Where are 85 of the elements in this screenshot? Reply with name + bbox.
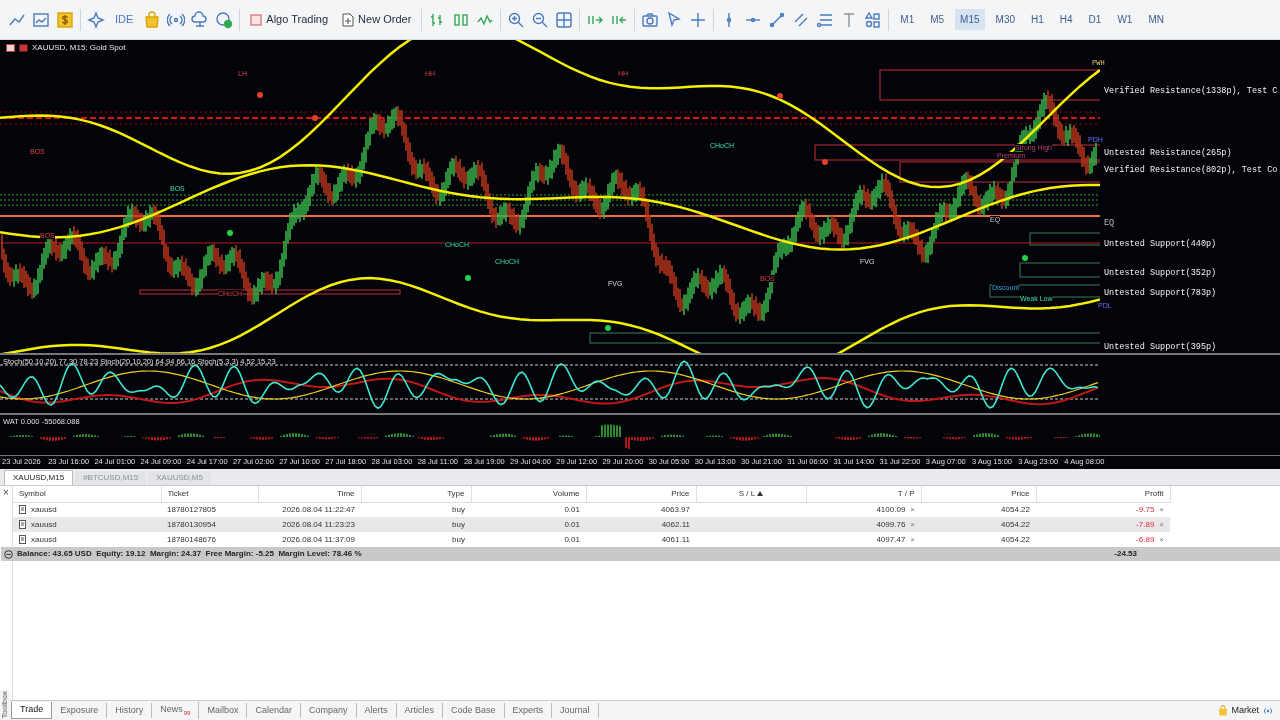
zone-label: Verified Resistance(802p), Test Co (1104, 164, 1278, 177)
table-cell: 4054.22 (1001, 534, 1030, 544)
column-header[interactable]: Time (258, 486, 361, 502)
table-cell: 18780148676 (167, 534, 216, 544)
timeframe-button[interactable]: M30 (990, 9, 1020, 30)
zone-label: Verified Resistance(1338p), Test C (1104, 85, 1278, 98)
table-cell: 4063.97 (661, 504, 690, 514)
close-icon[interactable]: × (910, 519, 915, 529)
timeframe-button[interactable]: D1 (1083, 9, 1107, 30)
chart-title: XAUUSD, M15: Gold Spot (32, 42, 126, 54)
close-icon[interactable]: × (0, 486, 12, 500)
table-cell: 4054.22 (1001, 519, 1030, 529)
close-icon[interactable]: × (910, 534, 915, 544)
table-cell: 2026.08.04 11:22:47 (282, 504, 355, 514)
table-cell: buy (452, 534, 465, 544)
column-header[interactable]: Profit (1036, 486, 1170, 502)
total-profit: -24.53 (1114, 548, 1137, 560)
timeframe-button[interactable]: M15 (955, 9, 985, 30)
toolbox-tab[interactable]: Calendar (247, 702, 301, 719)
timeframe-button[interactable]: H4 (1054, 9, 1078, 30)
column-header[interactable]: T / P (806, 486, 921, 502)
chart-tab[interactable]: XAUUSD,M15 (4, 470, 74, 485)
column-header[interactable]: Ticket (161, 486, 258, 502)
table-row[interactable]: xauusd 18780148676 2026.08.04 11:37:09 buy 0.01 4061.11 4097.47 × 4054.22 -6.89 × (13, 532, 1170, 547)
timeframe-button[interactable]: W1 (1112, 9, 1138, 30)
toolbox-tab[interactable]: Experts (504, 702, 553, 719)
close-icon[interactable]: × (910, 504, 915, 514)
table-cell: 18780130954 (167, 519, 216, 529)
toolbox-tab[interactable]: Articles (396, 702, 444, 719)
toolbox-tab[interactable]: Mailbox (199, 702, 248, 719)
table-cell: 4062.11 (661, 519, 690, 529)
column-header[interactable]: Price (586, 486, 696, 502)
toolbox-tab[interactable]: Journal (552, 702, 599, 719)
toolbox-tab[interactable]: News$_{99}$ (152, 702, 200, 719)
table-cell: 18780127805 (167, 504, 216, 514)
table-cell: buy (452, 519, 465, 529)
table-cell: 4100.09 (876, 504, 906, 514)
table-cell: 0.01 (564, 504, 580, 514)
table-cell: -7.89 (1136, 519, 1155, 529)
toolbox-tab[interactable]: Code Base (443, 702, 505, 719)
column-header[interactable]: Type (361, 486, 471, 502)
column-header[interactable]: Price (921, 486, 1036, 502)
timeframe-button[interactable]: M1 (895, 9, 920, 30)
market-link[interactable]: Market (1231, 703, 1259, 718)
table-cell: -9.75 (1136, 504, 1155, 514)
toolbox-tab[interactable]: Alerts (356, 702, 397, 719)
zone-label: Untested Support(440p) (1104, 238, 1217, 251)
column-header[interactable]: Symbol (13, 486, 161, 502)
table-cell: 4097.47 (876, 534, 906, 544)
account-summary: Balance: 43.65 USD Equity: 19.12 Margin: 24.37 Free Margin: -5.25 Margin Level: 78.46 % (17, 548, 362, 560)
timeframe-button[interactable]: M5 (925, 9, 950, 30)
ide-button[interactable]: IDE (111, 9, 138, 30)
table-cell: 2026.08.04 11:23:23 (282, 519, 355, 529)
new-order-button[interactable]: New Order (338, 9, 416, 30)
table-cell: buy (452, 504, 465, 514)
zone-label: Untested Resistance(265p) (1104, 147, 1232, 160)
table-row[interactable]: xauusd 18780127805 2026.08.04 11:22:47 buy 0.01 4063.97 4100.09 × 4054.22 -9.75 × (13, 502, 1170, 517)
zone-label: Untested Support(395p) (1104, 341, 1217, 353)
toolbox-tab[interactable]: History (107, 702, 153, 719)
table-cell: 0.01 (564, 534, 580, 544)
column-header[interactable]: Volume (471, 486, 586, 502)
toolbox-tab[interactable]: Exposure (52, 702, 108, 719)
table-cell: -6.89 (1136, 534, 1155, 544)
close-icon[interactable]: × (1159, 504, 1164, 514)
timeframe-button[interactable]: H1 (1026, 9, 1049, 30)
table-cell: 4099.76 (876, 519, 906, 529)
timeframe-button[interactable]: MN (1143, 9, 1169, 30)
table-cell: 0.01 (564, 519, 580, 529)
zone-label: EQ (1104, 217, 1115, 230)
zone-label: Untested Support(352p) (1104, 267, 1217, 280)
toolbox-tab[interactable]: Company (301, 702, 357, 719)
toolbox-label: Toolbox (0, 691, 10, 719)
toolbox-tab[interactable]: Trade (11, 702, 53, 719)
close-icon[interactable]: × (1159, 519, 1164, 529)
close-icon[interactable]: × (1159, 534, 1164, 544)
table-cell: 4061.11 (661, 534, 690, 544)
table-cell: 2026.08.04 11:37:09 (282, 534, 355, 544)
zone-label: Untested Support(783p) (1104, 287, 1217, 300)
column-header[interactable]: S / L (696, 486, 806, 502)
table-row[interactable]: xauusd 18780130954 2026.08.04 11:23:23 buy 0.01 4062.11 4099.76 × 4054.22 -7.89 × (13, 517, 1170, 532)
table-cell: xauusd (31, 534, 57, 544)
algo-trading-button[interactable]: Algo Trading (246, 9, 333, 30)
table-cell: xauusd (31, 519, 57, 529)
table-cell: 4054.22 (1001, 504, 1030, 514)
table-cell: xauusd (31, 504, 57, 514)
